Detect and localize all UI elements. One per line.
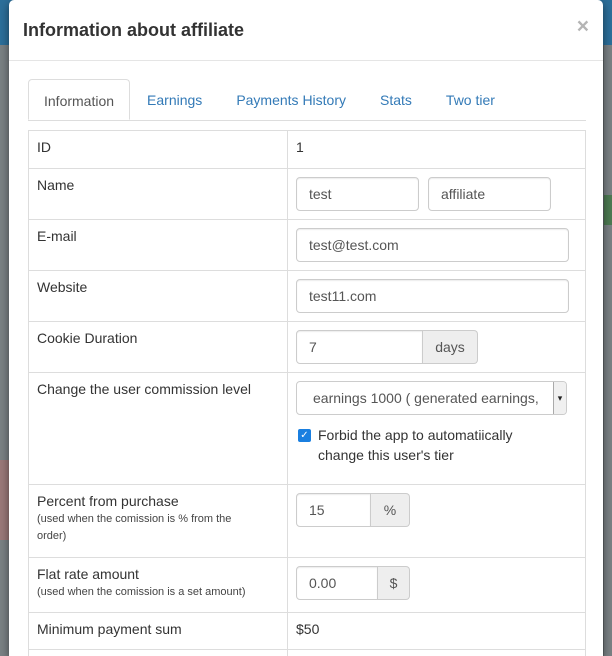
close-icon[interactable]: × bbox=[577, 16, 589, 37]
tab-two-tier[interactable]: Two tier bbox=[429, 79, 512, 119]
forbid-tier-label: Forbid the app to automatiically change … bbox=[318, 425, 513, 465]
forbid-tier-checkbox[interactable]: ✓ bbox=[298, 429, 311, 442]
min-payment-value: $50 bbox=[287, 612, 586, 650]
percent-label: Percent from purchase bbox=[37, 493, 179, 509]
percent-label-cell: Percent from purchase (used when the com… bbox=[28, 484, 288, 558]
email-cell: test@test.com bbox=[287, 219, 586, 271]
table-row-website: Website test11.com bbox=[28, 270, 586, 322]
table-row-commission: Change the user commission level earning… bbox=[28, 372, 586, 485]
forbid-tier-change: ✓ Forbid the app to automatiically chang… bbox=[296, 425, 577, 465]
flat-cell: 0.00 $ bbox=[287, 557, 586, 613]
tab-payments-history[interactable]: Payments History bbox=[219, 79, 363, 119]
table-row-percent: Percent from purchase (used when the com… bbox=[28, 484, 586, 558]
tab-bar: Information Earnings Payments History St… bbox=[28, 79, 586, 121]
affiliate-info-modal: Information about affiliate × Informatio… bbox=[9, 0, 603, 656]
commission-selected-value: earnings 1000 ( generated earnings, bbox=[313, 390, 539, 406]
commission-label: Change the user commission level bbox=[28, 372, 288, 485]
last-name-field[interactable]: affiliate bbox=[428, 177, 551, 211]
table-row-next bbox=[28, 649, 586, 656]
email-label: E-mail bbox=[28, 219, 288, 271]
percent-field[interactable]: 15 bbox=[296, 493, 371, 527]
percent-cell: 15 % bbox=[287, 484, 586, 558]
flat-label-cell: Flat rate amount (used when the comissio… bbox=[28, 557, 288, 613]
backdrop-right bbox=[604, 45, 612, 656]
modal-title: Information about affiliate bbox=[23, 20, 245, 40]
forbid-tier-label-line2: change this user's tier bbox=[318, 447, 454, 463]
tab-stats[interactable]: Stats bbox=[363, 79, 429, 119]
website-cell: test11.com bbox=[287, 270, 586, 322]
tab-earnings[interactable]: Earnings bbox=[130, 79, 219, 119]
first-name-field[interactable]: test bbox=[296, 177, 419, 211]
table-row-flat-rate: Flat rate amount (used when the comissio… bbox=[28, 557, 586, 613]
min-payment-label: Minimum payment sum bbox=[28, 612, 288, 650]
flat-rate-field[interactable]: 0.00 bbox=[296, 566, 378, 600]
cookie-duration-field[interactable]: 7 bbox=[296, 330, 423, 364]
cookie-cell: 7 days bbox=[287, 321, 586, 373]
email-field[interactable]: test@test.com bbox=[296, 228, 569, 262]
next-row-label bbox=[28, 649, 288, 656]
flat-rate-note: (used when the comission is a set amount… bbox=[37, 586, 246, 598]
percent-note-line2: order) bbox=[37, 530, 67, 542]
table-row-name: Name test affiliate bbox=[28, 168, 586, 220]
affiliate-info-table: ID 1 Name test affiliate E-mail test@tes… bbox=[28, 130, 586, 656]
id-value: 1 bbox=[287, 130, 586, 169]
percent-addon: % bbox=[371, 493, 410, 527]
commission-cell: earnings 1000 ( generated earnings, ▾ ✓ … bbox=[287, 372, 586, 485]
forbid-tier-label-line1: Forbid the app to automatiically bbox=[318, 427, 513, 443]
cookie-label: Cookie Duration bbox=[28, 321, 288, 373]
website-label: Website bbox=[28, 270, 288, 322]
name-cell: test affiliate bbox=[287, 168, 586, 220]
percent-note: (used when the comission is % from the o… bbox=[37, 511, 279, 545]
name-label: Name bbox=[28, 168, 288, 220]
flat-rate-label: Flat rate amount bbox=[37, 566, 139, 582]
table-row-email: E-mail test@test.com bbox=[28, 219, 586, 271]
percent-note-line1: (used when the comission is % from the bbox=[37, 513, 232, 525]
table-row-min-payment: Minimum payment sum $50 bbox=[28, 612, 586, 650]
commission-level-select[interactable]: earnings 1000 ( generated earnings, ▾ bbox=[296, 381, 567, 415]
website-field[interactable]: test11.com bbox=[296, 279, 569, 313]
chevron-down-icon[interactable]: ▾ bbox=[553, 382, 566, 414]
table-row-id: ID 1 bbox=[28, 130, 586, 169]
next-row-value bbox=[287, 649, 586, 656]
table-row-cookie: Cookie Duration 7 days bbox=[28, 321, 586, 373]
tab-information[interactable]: Information bbox=[28, 79, 131, 120]
cookie-days-addon: days bbox=[423, 330, 478, 364]
flat-rate-addon: $ bbox=[378, 566, 410, 600]
id-label: ID bbox=[28, 130, 288, 169]
modal-header: Information about affiliate × bbox=[9, 0, 603, 61]
backdrop-right-button bbox=[604, 195, 612, 225]
